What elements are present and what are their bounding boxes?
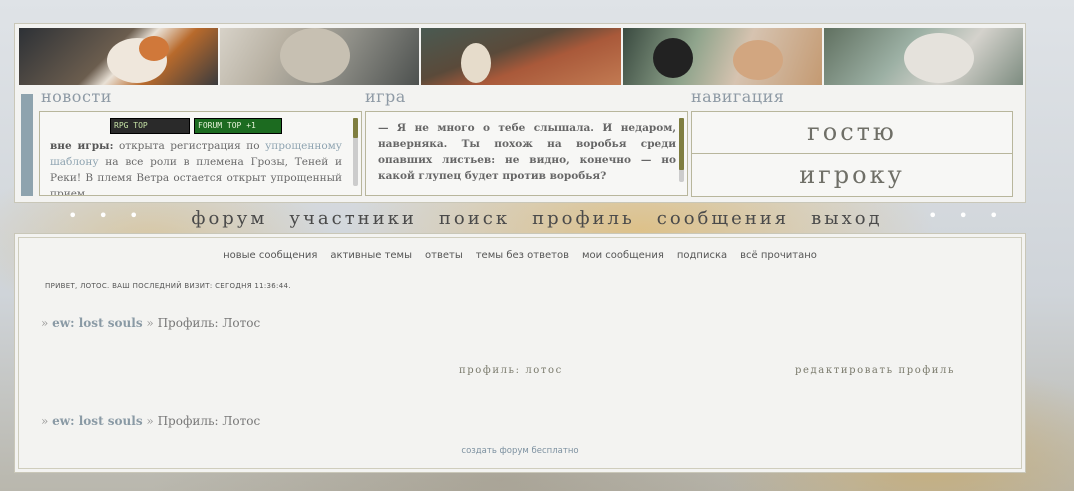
breadcrumb: » ew: lost souls » Профиль: Лотос bbox=[41, 316, 260, 330]
breadcrumb-home-link[interactable]: ew: lost souls bbox=[52, 316, 142, 330]
news-text: вне игры: открыта регистрация по упрощен… bbox=[50, 138, 342, 195]
welcome-message: ПРИВЕТ, ЛОТОС. ВАШ ПОСЛЕДНИЙ ВИЗИТ: СЕГО… bbox=[45, 282, 291, 290]
subnav-active-topics[interactable]: активные темы bbox=[330, 250, 412, 261]
breadcrumb-home-link[interactable]: ew: lost souls bbox=[52, 414, 142, 428]
news-text-part: открыта регистрация по bbox=[113, 140, 266, 152]
news-heading: новости bbox=[41, 87, 112, 106]
cat-photo-strip bbox=[19, 28, 1024, 85]
subnav-my-messages[interactable]: мои сообщения bbox=[582, 250, 664, 261]
game-quote: — Я не много о тебе слышала. И недаром, … bbox=[378, 122, 676, 182]
player-link[interactable]: игроку bbox=[691, 153, 1013, 197]
breadcrumb-current: Профиль: Лотос bbox=[157, 414, 261, 428]
main-panel: новые сообщения активные темы ответы тем… bbox=[14, 233, 1026, 473]
breadcrumb-prefix: » bbox=[41, 414, 49, 428]
breadcrumb-current: Профиль: Лотос bbox=[157, 316, 261, 330]
create-forum-link[interactable]: создать форум бесплатно bbox=[19, 446, 1021, 456]
navigation-heading: навигация bbox=[691, 87, 785, 106]
game-scroll-thumb[interactable] bbox=[679, 118, 684, 170]
forum-top-banner[interactable]: FORUM TOP +1 bbox=[194, 118, 282, 134]
cat-photo-1 bbox=[19, 28, 219, 85]
cat-photo-4 bbox=[622, 28, 822, 85]
news-bold-label: вне игры: bbox=[50, 140, 114, 152]
breadcrumb-separator: » bbox=[146, 316, 154, 330]
breadcrumb-prefix: » bbox=[41, 316, 49, 330]
game-scrollbar[interactable] bbox=[679, 118, 684, 182]
game-box: — Я не много о тебе слышала. И недаром, … bbox=[365, 111, 688, 196]
subnav-answers[interactable]: ответы bbox=[425, 250, 463, 261]
menu-logout[interactable]: выход bbox=[811, 208, 883, 229]
cat-photo-2 bbox=[220, 28, 420, 85]
edit-profile-link[interactable]: редактировать профиль bbox=[795, 365, 955, 376]
main-menu: форум участники поиск профиль сообщения … bbox=[0, 206, 1074, 230]
breadcrumb-bottom: » ew: lost souls » Профиль: Лотос bbox=[41, 414, 260, 428]
main-inner-frame: новые сообщения активные темы ответы тем… bbox=[18, 237, 1022, 469]
header-panel: новости игра навигация RPG TOP FORUM TOP… bbox=[14, 23, 1026, 203]
cat-photo-5 bbox=[823, 28, 1024, 85]
left-accent-bar bbox=[21, 94, 33, 196]
cat-photo-3 bbox=[421, 28, 621, 85]
menu-messages[interactable]: сообщения bbox=[657, 208, 789, 229]
subnav-subscription[interactable]: подписка bbox=[677, 250, 727, 261]
menu-members[interactable]: участники bbox=[289, 208, 417, 229]
profile-title: профиль: лотос bbox=[459, 365, 563, 376]
news-box: RPG TOP FORUM TOP +1 вне игры: открыта р… bbox=[39, 111, 362, 196]
news-scroll-thumb[interactable] bbox=[353, 118, 358, 138]
subnav-links: новые сообщения активные темы ответы тем… bbox=[19, 250, 1021, 261]
guest-link[interactable]: гостю bbox=[691, 111, 1013, 154]
rpg-top-banner[interactable]: RPG TOP bbox=[110, 118, 190, 134]
menu-profile[interactable]: профиль bbox=[532, 208, 635, 229]
menu-forum[interactable]: форум bbox=[191, 208, 267, 229]
subnav-new-messages[interactable]: новые сообщения bbox=[223, 250, 317, 261]
breadcrumb-separator: » bbox=[146, 414, 154, 428]
subnav-unanswered[interactable]: темы без ответов bbox=[476, 250, 569, 261]
game-heading: игра bbox=[365, 87, 406, 106]
news-scrollbar[interactable] bbox=[353, 118, 358, 186]
menu-search[interactable]: поиск bbox=[439, 208, 510, 229]
top-banners: RPG TOP FORUM TOP +1 bbox=[110, 118, 282, 134]
subnav-mark-read[interactable]: всё прочитано bbox=[740, 250, 817, 261]
